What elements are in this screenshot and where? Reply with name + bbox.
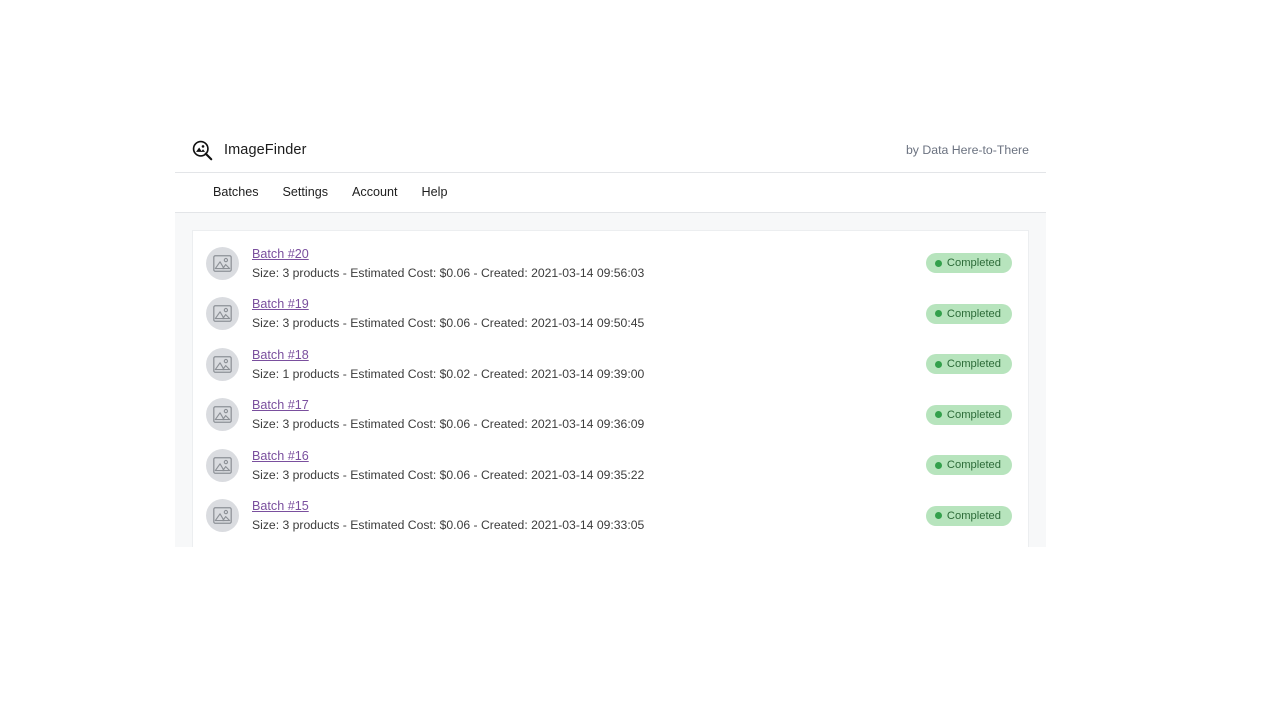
row-text-group: Batch #16 Size: 3 products - Estimated C…	[252, 447, 926, 483]
table-row[interactable]: Batch #17 Size: 3 products - Estimated C…	[193, 389, 1028, 439]
batch-meta: Size: 1 products - Estimated Cost: $0.02…	[252, 366, 926, 382]
status-badge-label: Completed	[947, 408, 1001, 422]
table-row[interactable]: Batch #15 Size: 3 products - Estimated C…	[193, 490, 1028, 540]
status-dot-icon	[935, 462, 942, 469]
main-nav: Batches Settings Account Help	[175, 172, 1046, 213]
brand-header: ImageFinder by Data Here-to-There	[175, 128, 1046, 172]
status-dot-icon	[935, 260, 942, 267]
row-text-group: Batch #19 Size: 3 products - Estimated C…	[252, 295, 926, 331]
image-placeholder-icon	[206, 398, 239, 431]
table-row[interactable]: Batch #16 Size: 3 products - Estimated C…	[193, 440, 1028, 490]
page-container: ImageFinder by Data Here-to-There Batche…	[175, 128, 1046, 547]
row-text-group: Batch #17 Size: 3 products - Estimated C…	[252, 396, 926, 432]
image-placeholder-icon	[206, 297, 239, 330]
image-placeholder-icon	[206, 449, 239, 482]
status-badge: Completed	[926, 304, 1012, 324]
byline: by Data Here-to-There	[906, 144, 1029, 156]
table-row[interactable]: Batch #19 Size: 3 products - Estimated C…	[193, 288, 1028, 338]
status-badge-label: Completed	[947, 357, 1001, 371]
nav-item-settings[interactable]: Settings	[271, 186, 341, 199]
content-panel: Batch #20 Size: 3 products - Estimated C…	[175, 213, 1046, 547]
table-row[interactable]: Batch #20 Size: 3 products - Estimated C…	[193, 238, 1028, 288]
batch-link[interactable]: Batch #18	[252, 348, 309, 364]
status-badge: Completed	[926, 405, 1012, 425]
status-badge-label: Completed	[947, 458, 1001, 472]
status-dot-icon	[935, 512, 942, 519]
brand-name: ImageFinder	[224, 143, 307, 158]
status-badge: Completed	[926, 455, 1012, 475]
image-placeholder-icon	[206, 348, 239, 381]
batch-meta: Size: 3 products - Estimated Cost: $0.06…	[252, 467, 926, 483]
batch-meta: Size: 3 products - Estimated Cost: $0.06…	[252, 315, 926, 331]
batch-link[interactable]: Batch #20	[252, 247, 309, 263]
table-row[interactable]: Batch #18 Size: 1 products - Estimated C…	[193, 339, 1028, 389]
status-badge-label: Completed	[947, 256, 1001, 270]
row-text-group: Batch #15 Size: 3 products - Estimated C…	[252, 497, 926, 533]
batch-list-card: Batch #20 Size: 3 products - Estimated C…	[192, 230, 1029, 547]
nav-item-help[interactable]: Help	[410, 186, 460, 199]
batch-meta: Size: 3 products - Estimated Cost: $0.06…	[252, 265, 926, 281]
status-badge: Completed	[926, 253, 1012, 273]
image-placeholder-icon	[206, 247, 239, 280]
image-placeholder-icon	[206, 499, 239, 532]
batch-meta: Size: 3 products - Estimated Cost: $0.06…	[252, 517, 926, 533]
row-text-group: Batch #20 Size: 3 products - Estimated C…	[252, 245, 926, 281]
batch-link[interactable]: Batch #16	[252, 449, 309, 465]
app-root: ImageFinder by Data Here-to-There Batche…	[0, 0, 1280, 720]
status-dot-icon	[935, 310, 942, 317]
batch-link[interactable]: Batch #15	[252, 499, 309, 515]
nav-item-batches[interactable]: Batches	[201, 186, 271, 199]
status-dot-icon	[935, 411, 942, 418]
status-dot-icon	[935, 361, 942, 368]
row-text-group: Batch #18 Size: 1 products - Estimated C…	[252, 346, 926, 382]
batch-link[interactable]: Batch #17	[252, 398, 309, 414]
nav-item-account[interactable]: Account	[340, 186, 410, 199]
brand-logo-group[interactable]: ImageFinder	[192, 140, 307, 161]
batch-meta: Size: 3 products - Estimated Cost: $0.06…	[252, 416, 926, 432]
image-search-magnifier-icon	[192, 140, 213, 161]
batch-link[interactable]: Batch #19	[252, 297, 309, 313]
status-badge-label: Completed	[947, 307, 1001, 321]
status-badge: Completed	[926, 506, 1012, 526]
status-badge-label: Completed	[947, 509, 1001, 523]
status-badge: Completed	[926, 354, 1012, 374]
